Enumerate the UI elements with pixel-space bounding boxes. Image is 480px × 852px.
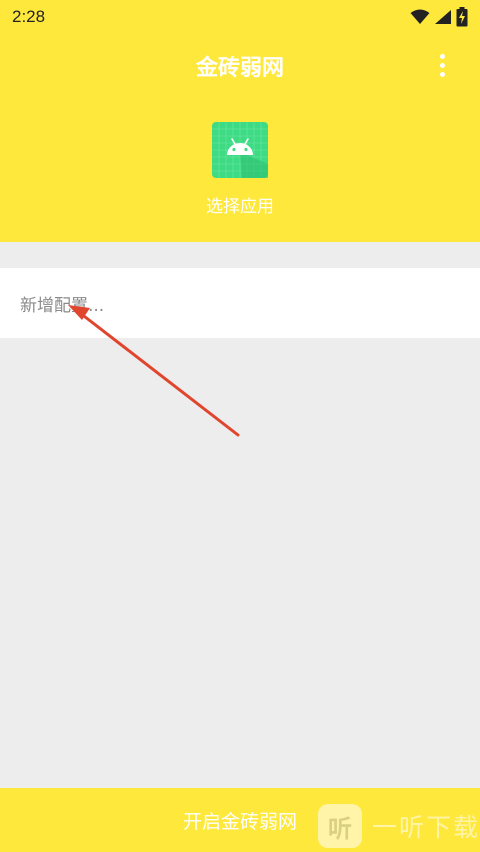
watermark-logo: 听	[318, 804, 362, 848]
wifi-icon	[410, 9, 430, 24]
android-app-icon	[212, 122, 268, 178]
more-options-button[interactable]	[430, 50, 454, 80]
header: 2:28 金砖弱网 选择应用	[0, 0, 480, 242]
app-title: 金砖弱网	[195, 56, 284, 81]
start-weak-network-label: 开启金砖弱网	[182, 810, 297, 833]
select-app-button[interactable]: 选择应用	[180, 122, 300, 232]
more-vertical-icon	[439, 53, 445, 59]
watermark-text: 一听下载	[372, 813, 480, 842]
add-config-item[interactable]: 新增配置...	[0, 268, 480, 338]
battery-charging-icon	[456, 7, 468, 27]
watermark: 听 一听下载	[318, 804, 480, 848]
add-config-label: 新增配置...	[20, 295, 105, 316]
status-icons	[410, 7, 468, 27]
status-bar: 2:28	[0, 0, 480, 34]
select-app-label: 选择应用	[206, 197, 274, 217]
signal-icon	[435, 10, 451, 24]
status-time: 2:28	[12, 7, 46, 26]
